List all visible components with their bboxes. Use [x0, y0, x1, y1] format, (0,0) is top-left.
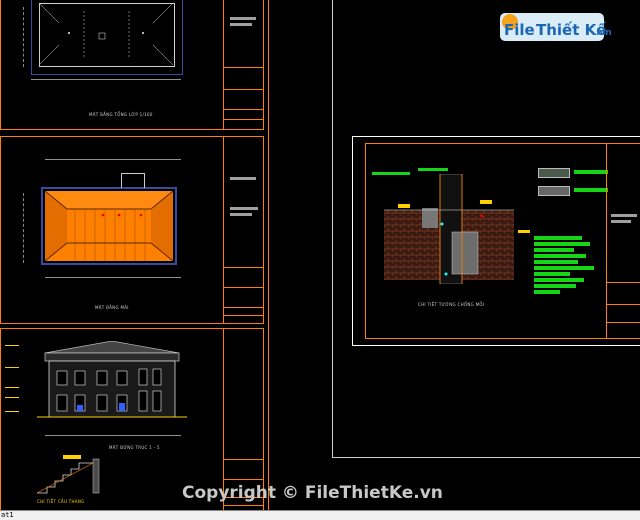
plan-drawing	[31, 0, 183, 80]
plan-hatch-lines	[39, 3, 173, 65]
sheet-caption: MẶT ĐỨNG TRỤC 1 - 5	[109, 445, 160, 450]
note-line	[534, 254, 586, 258]
filethietke-logo: File Thiết Kế .vn	[500, 13, 612, 41]
stair-caption: CHI TIẾT CẦU THANG	[37, 499, 85, 504]
note-line	[534, 272, 570, 276]
svg-text:File: File	[504, 21, 535, 39]
drawing-sheet-plan[interactable]: MẶT BẰNG TỔNG LỚP 1/100	[0, 0, 264, 130]
note-line	[534, 278, 584, 282]
annotation-bar	[418, 168, 448, 171]
legend-swatch-hatch	[538, 168, 570, 178]
axis-markers-left	[23, 7, 28, 67]
elevation-level-lines	[5, 335, 19, 425]
note-line	[534, 284, 576, 288]
roof-shape	[45, 191, 173, 261]
detail-sheet-outer[interactable]: CHI TIẾT TƯỜNG CHỐNG MỐI	[352, 136, 640, 346]
note-line	[534, 266, 594, 270]
note-line	[534, 248, 574, 252]
dimension-line-bottom	[45, 435, 181, 436]
notes-heading	[518, 230, 530, 233]
note-line	[534, 260, 578, 264]
note-line	[534, 290, 560, 294]
sheet-caption: MẶT BẰNG MÁI	[95, 305, 129, 310]
note-line	[534, 236, 582, 240]
annotation-bar	[372, 172, 410, 175]
command-text: at1	[1, 511, 14, 519]
legend-label-bar	[574, 170, 608, 174]
roof-tab	[121, 173, 145, 188]
svg-text:.vn: .vn	[596, 28, 612, 38]
legend-label-bar	[574, 188, 608, 192]
dimension-line-bottom	[45, 277, 181, 278]
drawing-sheet-roof[interactable]: MẶT BẰNG MÁI	[0, 136, 264, 324]
note-line	[534, 242, 590, 246]
title-block	[223, 137, 264, 323]
title-block	[223, 0, 264, 129]
command-line-bar[interactable]: at1	[0, 510, 640, 520]
detail-sheet-inner: CHI TIẾT TƯỜNG CHỐNG MỐI	[365, 143, 640, 339]
detail-caption: CHI TIẾT TƯỜNG CHỐNG MỐI	[418, 302, 485, 307]
building-elevation	[37, 341, 187, 418]
copyright-watermark: Copyright © FileThietKe.vn	[182, 483, 443, 503]
dimension-line-top	[45, 159, 181, 160]
dimension-line	[31, 79, 181, 80]
sheet-caption: MẶT BẰNG TỔNG LỚP 1/100	[89, 112, 153, 117]
layout-frame-line	[268, 0, 269, 510]
legend-swatch-grey	[538, 186, 570, 196]
wall-section-drawing	[384, 174, 514, 284]
stair-detail	[36, 455, 100, 494]
axis-markers-left	[23, 193, 28, 263]
title-block	[606, 144, 640, 338]
